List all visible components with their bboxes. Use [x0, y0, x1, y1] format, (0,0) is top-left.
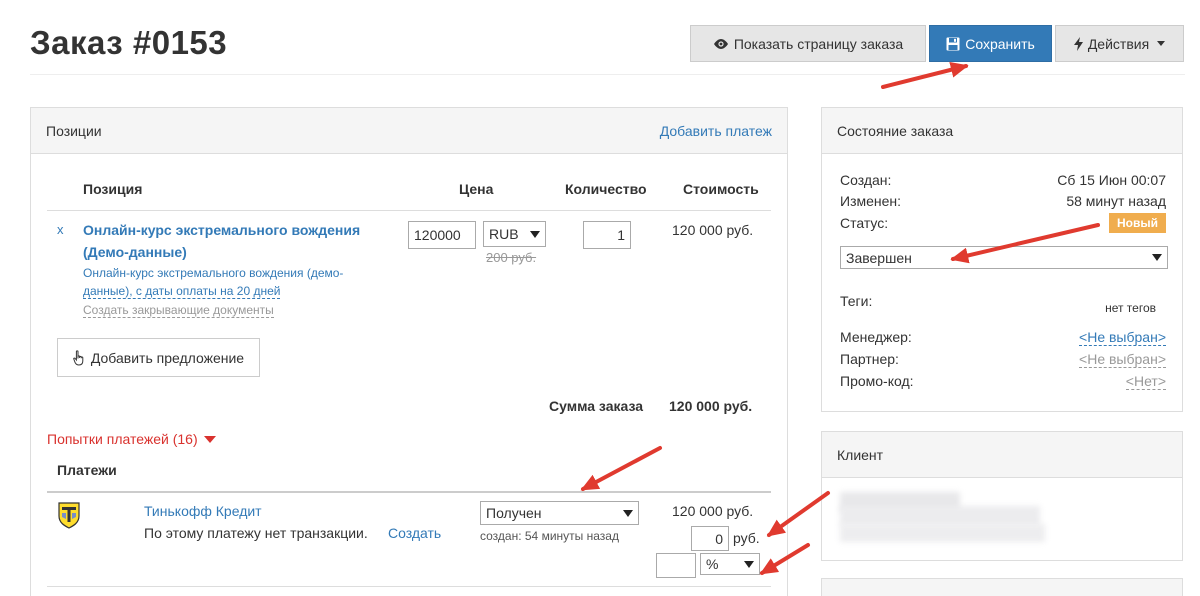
- page-title: Заказ #0153: [30, 24, 228, 61]
- item-description-line1: Онлайн-курс экстремального вождения (дем…: [83, 266, 344, 280]
- tags-value: нет тегов: [1105, 301, 1156, 315]
- partner-select-link[interactable]: <Не выбран>: [1079, 351, 1166, 368]
- column-header-cost: Стоимость: [683, 181, 759, 197]
- create-transaction-link[interactable]: Создать: [388, 525, 441, 541]
- add-payment-link[interactable]: Добавить платеж: [660, 123, 772, 139]
- tags-label: Теги:: [840, 293, 873, 309]
- hand-pointer-icon: [73, 349, 84, 366]
- save-label: Сохранить: [965, 35, 1035, 52]
- order-status-select-value: Завершен: [846, 249, 912, 266]
- show-order-page-button[interactable]: Показать страницу заказа: [690, 25, 926, 62]
- order-status-panel-header: Состояние заказа: [822, 108, 1182, 154]
- tinkoff-logo-icon: [58, 502, 80, 529]
- fee-unit-select[interactable]: %: [700, 553, 760, 575]
- currency-select[interactable]: RUB: [483, 221, 546, 247]
- chevron-down-icon: [1152, 254, 1162, 261]
- create-closing-documents-link[interactable]: Создать закрывающие документы: [83, 303, 274, 318]
- chevron-down-icon: [623, 509, 633, 517]
- promo-code-label: Промо-код:: [840, 373, 914, 389]
- positions-title: Позиции: [46, 122, 102, 139]
- client-title: Клиент: [837, 446, 884, 463]
- item-name-line2[interactable]: (Демо-данные): [83, 244, 187, 260]
- payment-attempts-label: Попытки платежей (16): [47, 431, 198, 447]
- payments-divider: [47, 491, 771, 493]
- order-sum-value: 120 000 руб.: [669, 398, 753, 414]
- arrow-to-save-button: [881, 61, 969, 89]
- client-panel: Клиент: [821, 431, 1183, 561]
- save-button[interactable]: Сохранить: [929, 25, 1052, 62]
- show-order-page-label: Показать страницу заказа: [733, 35, 904, 52]
- quantity-value: 1: [617, 227, 625, 243]
- payment-amount: 120 000 руб.: [672, 503, 754, 519]
- payments-label: Платежи: [57, 462, 117, 478]
- eye-icon: [713, 38, 728, 49]
- positions-panel: Позиции Добавить платеж Позиция Цена Кол…: [30, 107, 788, 596]
- quantity-input[interactable]: 1: [583, 221, 631, 249]
- payment-note: По этому платежу нет транзакции.: [144, 525, 368, 541]
- partner-label: Партнер:: [840, 351, 899, 367]
- old-price: 200 руб.: [486, 250, 537, 265]
- next-panel-header: [822, 579, 1182, 596]
- item-cost: 120 000 руб.: [672, 222, 754, 238]
- price-value: 120000: [414, 227, 461, 243]
- fee-amount-input[interactable]: 0: [691, 526, 729, 551]
- caret-down-icon: [203, 435, 216, 443]
- header-divider: [30, 74, 1185, 75]
- table-header-divider: [47, 210, 771, 211]
- next-panel: [821, 578, 1183, 596]
- payment-status-select[interactable]: Получен: [480, 501, 639, 525]
- created-value: Сб 15 Июн 00:07: [1057, 172, 1166, 188]
- chevron-down-icon: [530, 230, 540, 238]
- order-sum-label: Сумма заказа: [549, 398, 644, 414]
- add-offer-label: Добавить предложение: [90, 349, 245, 366]
- created-label: Создан:: [840, 172, 892, 188]
- column-header-price: Цена: [459, 181, 494, 197]
- payment-status-value: Получен: [486, 505, 542, 521]
- manager-select-link[interactable]: <Не выбран>: [1079, 329, 1166, 346]
- item-name-line1[interactable]: Онлайн-курс экстремального вождения: [83, 222, 360, 238]
- client-panel-header: Клиент: [822, 432, 1182, 478]
- bolt-icon: [1073, 36, 1083, 51]
- fee-percent-input[interactable]: [656, 553, 696, 578]
- positions-panel-header: Позиции Добавить платеж: [31, 108, 787, 154]
- client-phone-redacted: [840, 524, 1045, 542]
- status-label: Статус:: [840, 215, 889, 231]
- price-input[interactable]: 120000: [408, 221, 476, 249]
- status-badge: Новый: [1109, 213, 1166, 233]
- currency-value: RUB: [489, 226, 519, 242]
- remove-item-button[interactable]: x: [57, 222, 64, 237]
- payment-row-divider: [47, 586, 771, 587]
- item-description-line2[interactable]: данные), с даты оплаты на 20 дней: [83, 284, 281, 299]
- order-status-title: Состояние заказа: [837, 122, 954, 139]
- floppy-disk-icon: [946, 37, 960, 50]
- fee-unit: руб.: [733, 530, 760, 546]
- actions-dropdown-button[interactable]: Действия: [1055, 25, 1184, 62]
- changed-value: 58 минут назад: [1066, 193, 1166, 209]
- column-header-item: Позиция: [83, 181, 143, 197]
- client-email-redacted: [840, 506, 1040, 526]
- chevron-down-icon: [1157, 41, 1166, 46]
- add-offer-button[interactable]: Добавить предложение: [57, 338, 260, 377]
- payment-name-link[interactable]: Тинькофф Кредит: [144, 503, 262, 519]
- fee-unit-select-value: %: [706, 556, 719, 572]
- payment-attempts-toggle[interactable]: Попытки платежей (16): [47, 431, 216, 447]
- promo-code-link[interactable]: <Нет>: [1125, 373, 1166, 390]
- manager-label: Менеджер:: [840, 329, 912, 345]
- payment-created-time: создан: 54 минуты назад: [480, 529, 619, 543]
- order-status-select[interactable]: Завершен: [840, 246, 1168, 269]
- column-header-quantity: Количество: [565, 181, 647, 197]
- fee-amount-value: 0: [715, 530, 723, 547]
- actions-label: Действия: [1087, 35, 1150, 52]
- order-status-panel: Состояние заказа Создан: Сб 15 Июн 00:07…: [821, 107, 1183, 412]
- chevron-down-icon: [744, 560, 754, 568]
- changed-label: Изменен:: [840, 193, 902, 209]
